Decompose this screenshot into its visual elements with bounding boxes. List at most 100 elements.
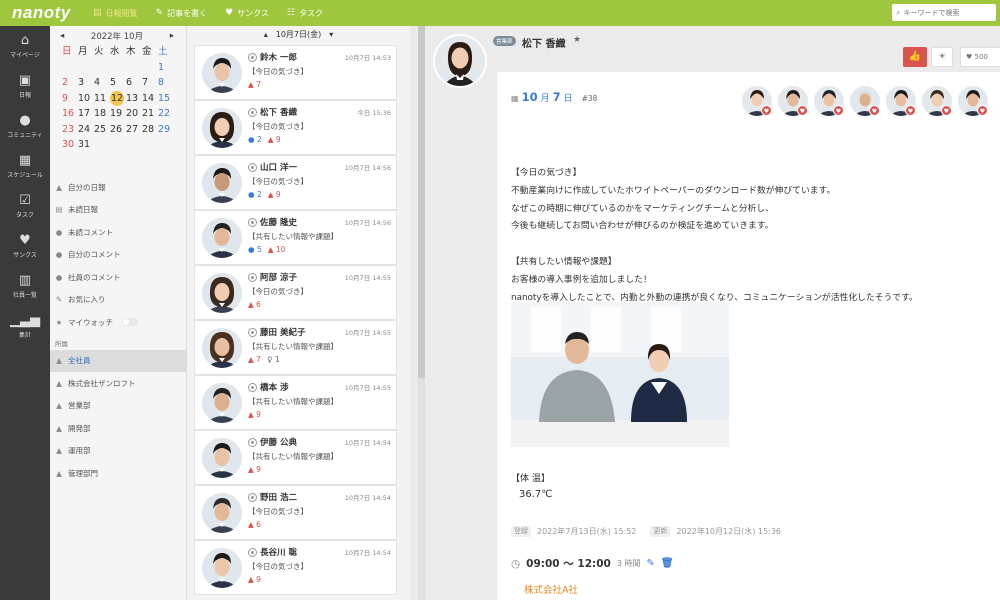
calendar-day[interactable]: 18 bbox=[94, 106, 110, 122]
author-avatar[interactable] bbox=[433, 34, 487, 88]
calendar-day[interactable]: 8 bbox=[158, 75, 174, 91]
calendar-day[interactable]: 14 bbox=[142, 91, 158, 107]
menu-my-reports[interactable]: ▲ 自分の日報 bbox=[50, 176, 186, 199]
avatar[interactable] bbox=[202, 328, 242, 368]
calendar-day[interactable]: 1 bbox=[158, 60, 174, 76]
report-card[interactable]: 長谷川 聡 10月7日 14:54 【今日の気づき】 ▲ 9 bbox=[194, 540, 397, 595]
calendar-day[interactable]: 19 bbox=[110, 106, 126, 122]
avatar[interactable] bbox=[202, 493, 242, 533]
calendar-day[interactable]: 6 bbox=[126, 75, 142, 91]
group-label: 全社員 bbox=[68, 356, 91, 366]
calendar-day[interactable]: 27 bbox=[126, 122, 142, 138]
calendar-day[interactable]: 17 bbox=[78, 106, 94, 122]
list-scroll-thumb[interactable] bbox=[418, 26, 425, 378]
watch-toggle[interactable] bbox=[122, 318, 138, 327]
favorite-star-icon[interactable]: ★ bbox=[573, 35, 581, 45]
calendar-day[interactable]: 29 bbox=[158, 122, 174, 138]
report-card[interactable]: 橋本 渉 10月7日 14:55 【共有したい情報や課題】 ▲ 9 bbox=[194, 375, 397, 430]
calendar-day[interactable]: 11 bbox=[94, 91, 110, 107]
avatar[interactable] bbox=[202, 218, 242, 258]
author-name[interactable]: 松下 香織 bbox=[522, 35, 565, 50]
calendar-day[interactable]: 5 bbox=[110, 75, 126, 91]
avatar[interactable] bbox=[202, 108, 242, 148]
avatar[interactable] bbox=[202, 273, 242, 313]
watch-button[interactable]: ☀ bbox=[931, 47, 953, 67]
calendar-day[interactable]: 22 bbox=[158, 106, 174, 122]
menu-my-watch[interactable]: ★ マイウォッチ bbox=[50, 311, 186, 334]
group-company[interactable]: ▲ 株式会社ザンロフト bbox=[50, 372, 186, 395]
menu-unread-reports[interactable]: ▤ 未読日報 bbox=[50, 199, 186, 222]
calendar-day[interactable]: 3 bbox=[78, 75, 94, 91]
avatar[interactable] bbox=[202, 53, 242, 93]
report-card[interactable]: 松下 香織 今日 15:36 【今日の気づき】 ● 2 ▲ 9 bbox=[194, 100, 397, 155]
calendar-day[interactable]: 31 bbox=[78, 137, 94, 153]
report-card[interactable]: 藤田 美紀子 10月7日 14:55 【共有したい情報や課題】 ▲ 7 ♀ 1 bbox=[194, 320, 397, 375]
case-study-photo[interactable] bbox=[511, 302, 729, 447]
group-label: 株式会社ザンロフト bbox=[68, 378, 136, 388]
prev-day-button[interactable]: ▴ bbox=[264, 30, 268, 39]
calendar-day[interactable]: 20 bbox=[126, 106, 142, 122]
search-box[interactable]: ⌕ bbox=[892, 4, 996, 21]
calendar-day[interactable]: 15 bbox=[158, 91, 174, 107]
report-card[interactable]: 阿部 涼子 10月7日 14:55 【今日の気づき】 ▲ 6 bbox=[194, 265, 397, 320]
calendar-day[interactable]: 30 bbox=[62, 137, 78, 153]
report-card[interactable]: 伊藤 公典 10月7日 14:54 【共有したい情報や課題】 ▲ 9 bbox=[194, 430, 397, 485]
menu-label: マイウォッチ bbox=[68, 317, 113, 327]
menu-my-comments[interactable]: ● 自分のコメント bbox=[50, 244, 186, 267]
thanks-button[interactable]: ♥ 500 bbox=[960, 47, 1000, 67]
avatar[interactable] bbox=[202, 548, 242, 588]
report-card[interactable]: 鈴木 一郎 10月7日 14:53 【今日の気づき】 ▲ 7 bbox=[194, 45, 397, 100]
menu-favorites[interactable]: ✎ お気に入り bbox=[50, 289, 186, 312]
calendar-day[interactable]: 21 bbox=[142, 106, 158, 122]
calendar-day[interactable]: 24 bbox=[78, 122, 94, 138]
report-card[interactable]: 佐藤 隆史 10月7日 14:56 【共有したい情報や課題】 ● 5 ▲ 10 bbox=[194, 210, 397, 265]
search-input[interactable] bbox=[903, 8, 992, 17]
nav-write-article[interactable]: ✎ 記事を書く bbox=[156, 8, 208, 19]
calendar-day[interactable]: 28 bbox=[142, 122, 158, 138]
prev-month-button[interactable]: ◂ bbox=[60, 31, 64, 41]
group-ops[interactable]: ▲ 運用部 bbox=[50, 440, 186, 463]
trash-icon[interactable]: 🗑 bbox=[661, 558, 674, 569]
report-card[interactable]: 野田 浩二 10月7日 14:54 【今日の気づき】 ▲ 6 bbox=[194, 485, 397, 540]
calendar-day[interactable]: 13 bbox=[126, 91, 142, 107]
calendar-day[interactable]: 12 bbox=[110, 90, 124, 106]
schedule-company[interactable]: 株式会社A社 bbox=[524, 582, 578, 596]
avatar[interactable] bbox=[202, 383, 242, 423]
calendar-day[interactable]: 16 bbox=[62, 106, 78, 122]
leftnav-task[interactable]: ☑ タスク bbox=[0, 186, 50, 226]
leftnav-schedule[interactable]: ▦ スケジュール bbox=[0, 146, 50, 186]
leftnav-report[interactable]: ▣ 日報 bbox=[0, 66, 50, 106]
calendar-day[interactable]: 7 bbox=[142, 75, 158, 91]
leftnav-community[interactable]: ● コミュニティ bbox=[0, 106, 50, 146]
calendar-day[interactable]: 23 bbox=[62, 122, 78, 138]
group-admin[interactable]: ▲ 管理部門 bbox=[50, 462, 186, 485]
leftnav-people[interactable]: ▥ 社員一覧 bbox=[0, 266, 50, 306]
menu-staff-comments[interactable]: ● 社員のコメント bbox=[50, 266, 186, 289]
avatar[interactable] bbox=[202, 163, 242, 203]
menu-unread-comments[interactable]: ● 未読コメント bbox=[50, 221, 186, 244]
app-logo[interactable]: nanoty bbox=[12, 3, 87, 23]
calendar-day[interactable]: 26 bbox=[110, 122, 126, 138]
group-all-staff[interactable]: ▲ 全社員 bbox=[50, 349, 186, 372]
liker-wrap: ♥ bbox=[886, 86, 916, 116]
leftnav-stats[interactable]: ▁▃▅ 集計 bbox=[0, 306, 50, 346]
calendar-day[interactable]: 10 bbox=[78, 91, 94, 107]
calendar-day[interactable]: 4 bbox=[94, 75, 110, 91]
calendar-day[interactable]: 9 bbox=[62, 91, 78, 107]
date-dropdown-icon[interactable]: ▾ bbox=[329, 30, 333, 39]
leftnav-mypage[interactable]: ⌂ マイページ bbox=[0, 26, 50, 66]
like-button[interactable]: 👍 bbox=[903, 47, 927, 67]
group-sales[interactable]: ▲ 営業部 bbox=[50, 395, 186, 418]
report-card[interactable]: 山口 洋一 10月7日 14:56 【今日の気づき】 ● 2 ▲ 9 bbox=[194, 155, 397, 210]
calendar-day[interactable]: 25 bbox=[94, 122, 110, 138]
edit-icon[interactable]: ✎ bbox=[646, 558, 654, 569]
calendar-empty bbox=[142, 60, 158, 76]
nav-daily-reports[interactable]: ▤ 日報閲覧 bbox=[93, 8, 138, 19]
nav-task[interactable]: ☷ タスク bbox=[287, 8, 323, 19]
group-dev[interactable]: ▲ 開発部 bbox=[50, 417, 186, 440]
leftnav-thanks[interactable]: ♥ サンクス bbox=[0, 226, 50, 266]
nav-thanks[interactable]: ♥ サンクス bbox=[225, 8, 269, 19]
avatar[interactable] bbox=[202, 438, 242, 478]
calendar-day[interactable]: 2 bbox=[62, 75, 78, 91]
next-month-button[interactable]: ▸ bbox=[170, 31, 174, 41]
